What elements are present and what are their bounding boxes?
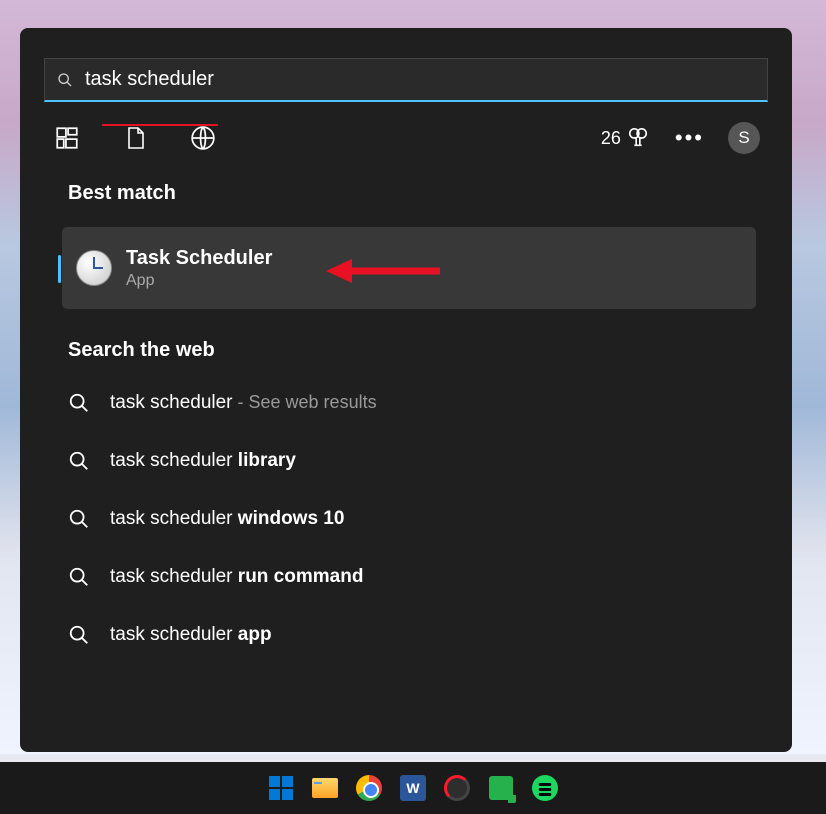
chrome-icon[interactable] [354,773,384,803]
web-result-text: task scheduler windows 10 [110,508,344,530]
search-bar[interactable] [44,58,768,102]
rewards-button[interactable]: 26 [601,127,649,149]
apps-filter-icon[interactable] [52,123,82,153]
search-icon [68,450,90,472]
opera-icon[interactable] [442,773,472,803]
selection-indicator [58,255,61,283]
search-icon [68,624,90,646]
rewards-icon [627,127,649,149]
more-options-button[interactable]: ••• [675,125,704,151]
user-avatar[interactable]: S [728,122,760,154]
search-icon [57,72,73,88]
result-subtitle: App [126,272,272,290]
search-panel: 26 ••• S Best match Task Scheduler App S… [20,28,792,752]
web-result-text: task scheduler library [110,450,296,472]
web-result[interactable]: task scheduler windows 10 [68,490,744,548]
web-result-text: task scheduler app [110,624,272,646]
filter-toolbar: 26 ••• S [20,102,792,174]
task-scheduler-icon [76,250,112,286]
web-result[interactable]: task scheduler library [68,432,744,490]
web-filter-icon[interactable] [188,123,218,153]
annotation-arrow [326,257,440,285]
word-icon[interactable]: W [398,773,428,803]
search-input[interactable] [83,67,755,92]
web-heading: Search the web [20,309,792,374]
web-result[interactable]: task scheduler run command [68,548,744,606]
start-button[interactable] [266,773,296,803]
result-title: Task Scheduler [126,247,272,270]
spellcheck-underline [102,124,218,126]
search-icon [68,566,90,588]
taskbar: W [0,762,826,814]
search-icon [68,508,90,530]
spotify-icon[interactable] [530,773,560,803]
rewards-count: 26 [601,128,621,149]
web-result-text: task scheduler - See web results [110,392,377,414]
documents-filter-icon[interactable] [120,123,150,153]
web-results-list: task scheduler - See web results task sc… [20,374,792,664]
web-result[interactable]: task scheduler app [68,606,744,664]
best-match-heading: Best match [20,174,792,217]
best-match-result[interactable]: Task Scheduler App [62,227,756,309]
web-result-text: task scheduler run command [110,566,363,588]
avatar-initial: S [738,128,749,148]
file-explorer-icon[interactable] [310,773,340,803]
chat-icon[interactable] [486,773,516,803]
web-result[interactable]: task scheduler - See web results [68,374,744,432]
search-icon [68,392,90,414]
